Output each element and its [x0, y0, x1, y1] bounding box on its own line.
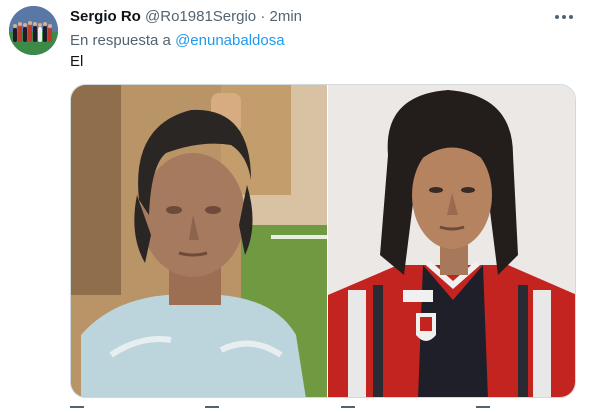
footballer-portrait-illustration: [328, 85, 575, 397]
tweet-header: Sergio Ro @Ro1981Sergio · 2min: [70, 7, 302, 27]
tweet-actions: [70, 406, 490, 414]
reply-prefix: En respuesta a: [70, 32, 171, 49]
tweet-timestamp[interactable]: 2min: [270, 8, 303, 25]
author-name[interactable]: Sergio Ro: [70, 8, 141, 25]
footballer-portrait-photo[interactable]: [328, 85, 575, 397]
reply-context: En respuesta a @enunabaldosa: [70, 31, 285, 51]
tweet-card[interactable]: Sergio Ro @Ro1981Sergio · 2min En respue…: [0, 0, 593, 414]
statue-bust-illustration: [71, 85, 327, 397]
retweet-icon[interactable]: [205, 406, 220, 414]
tweet-text: El: [70, 53, 84, 70]
avatar[interactable]: [9, 6, 58, 55]
statue-bust-photo[interactable]: [71, 85, 327, 397]
reply-icon[interactable]: [70, 406, 84, 414]
share-icon[interactable]: [475, 406, 490, 414]
more-horizontal-icon[interactable]: [555, 9, 573, 25]
author-handle[interactable]: @Ro1981Sergio: [145, 8, 256, 25]
reply-mention-link[interactable]: @enunabaldosa: [175, 32, 284, 49]
like-icon[interactable]: [340, 406, 355, 414]
media-grid: [70, 84, 576, 398]
separator-dot: ·: [260, 8, 266, 25]
avatar-team-photo: [9, 6, 58, 55]
